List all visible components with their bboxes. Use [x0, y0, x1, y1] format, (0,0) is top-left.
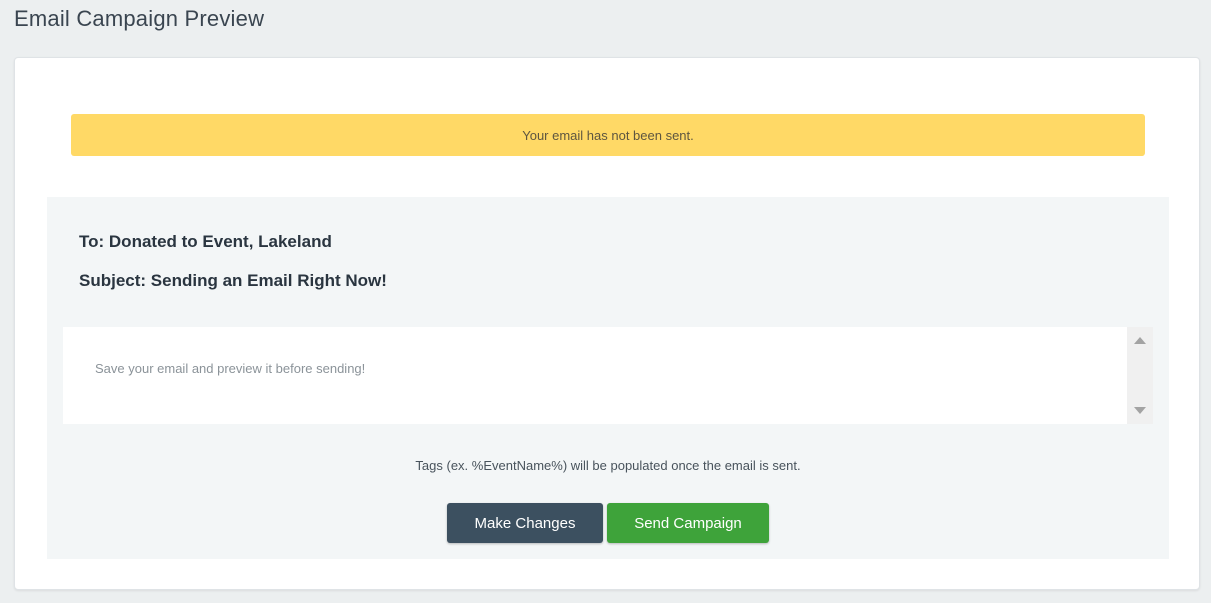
body-scrollbar[interactable] — [1127, 327, 1153, 424]
make-changes-button[interactable]: Make Changes — [447, 503, 603, 543]
to-value: Donated to Event, Lakeland — [108, 232, 332, 251]
subject-line: Subject: Sending an Email Right Now! — [79, 271, 387, 291]
to-label: To: — [79, 232, 105, 251]
not-sent-alert: Your email has not been sent. — [71, 114, 1145, 156]
recipient-line: To: Donated to Event, Lakeland — [79, 232, 332, 252]
email-preview-panel: To: Donated to Event, Lakeland Subject: … — [47, 197, 1169, 559]
action-buttons: Make Changes Send Campaign — [47, 503, 1169, 543]
scroll-down-icon[interactable] — [1134, 407, 1146, 414]
scroll-up-icon[interactable] — [1134, 337, 1146, 344]
subject-value: Sending an Email Right Now! — [150, 271, 387, 290]
subject-label: Subject: — [79, 271, 147, 290]
send-campaign-button[interactable]: Send Campaign — [607, 503, 769, 543]
alert-message: Your email has not been sent. — [522, 127, 694, 143]
tags-note: Tags (ex. %EventName%) will be populated… — [415, 458, 801, 473]
email-body-text: Save your email and preview it before se… — [95, 361, 366, 376]
page-title: Email Campaign Preview — [14, 6, 265, 31]
campaign-card: Your email has not been sent. To: Donate… — [14, 57, 1200, 590]
email-body-frame[interactable]: Save your email and preview it before se… — [63, 327, 1153, 424]
